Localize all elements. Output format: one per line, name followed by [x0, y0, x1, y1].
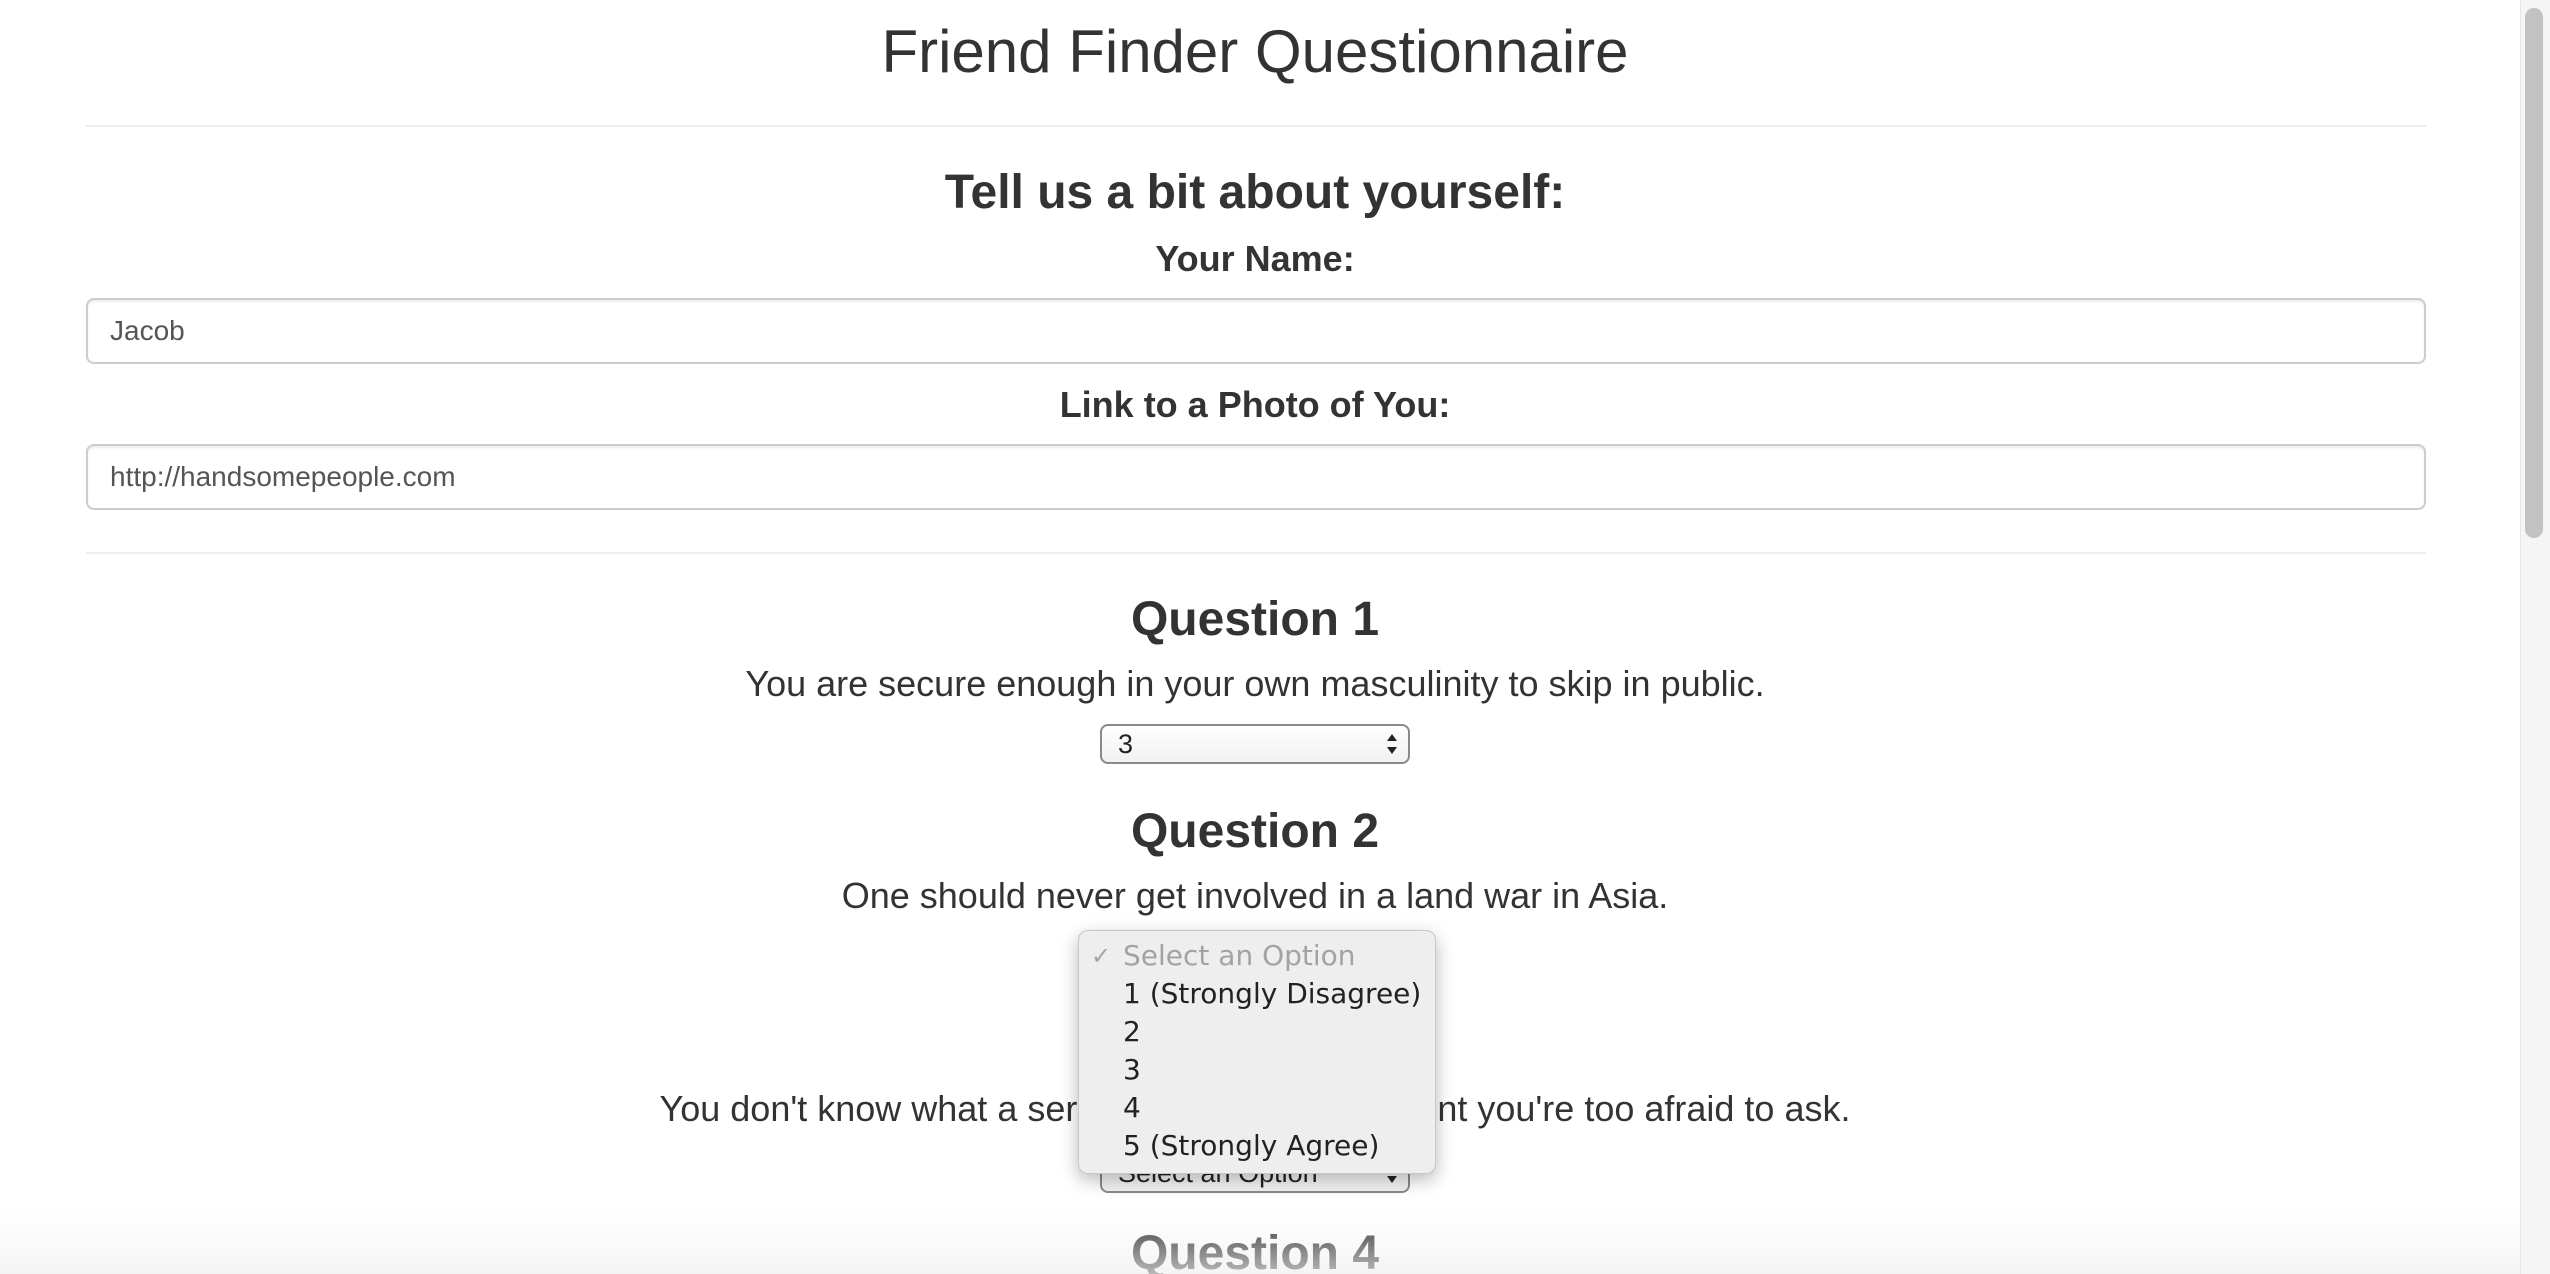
dropdown-option-4[interactable]: 4	[1079, 1089, 1435, 1127]
question-1-text: You are secure enough in your own mascul…	[745, 663, 1765, 704]
dropdown-option-label: 3	[1123, 1053, 1141, 1086]
dropdown-option-label: 4	[1123, 1091, 1141, 1124]
section-heading: Tell us a bit about yourself:	[944, 166, 1566, 219]
checkmark-icon: ✓	[1091, 942, 1112, 970]
question-1-title: Question 1	[1130, 593, 1380, 646]
dropdown-option-label: 2	[1123, 1015, 1141, 1048]
dropdown-option-5[interactable]: 5 (Strongly Agree)	[1079, 1127, 1435, 1165]
question-2-text: One should never get involved in a land …	[841, 875, 1669, 916]
question-1-select[interactable]: 3	[1100, 724, 1410, 764]
photo-link-input[interactable]	[86, 444, 2426, 510]
select-arrows-icon	[1384, 728, 1400, 760]
divider	[86, 552, 2426, 554]
divider	[86, 125, 2426, 127]
dropdown-option-label: 5 (Strongly Agree)	[1123, 1129, 1380, 1162]
name-input[interactable]	[86, 298, 2426, 364]
dropdown-option-1[interactable]: 1 (Strongly Disagree)	[1079, 975, 1435, 1013]
question-2-title: Question 2	[1130, 805, 1380, 858]
dropdown-option-label: 1 (Strongly Disagree)	[1123, 977, 1422, 1010]
dropdown-option-3[interactable]: 3	[1079, 1051, 1435, 1089]
question-3-text-end: nt you're too afraid to ask.	[1437, 1088, 1851, 1129]
page: Friend Finder Questionnaire Tell us a bi…	[0, 0, 2520, 1274]
page-title: Friend Finder Questionnaire	[881, 18, 1629, 85]
dropdown-option-label: Select an Option	[1123, 939, 1356, 972]
name-label: Your Name:	[1155, 238, 1355, 279]
question-4-title: Question 4	[1130, 1227, 1380, 1274]
question-3-text-start: You don't know what a ser	[659, 1088, 1078, 1129]
scrollbar-thumb[interactable]	[2525, 8, 2543, 538]
question-2-dropdown-menu[interactable]: ✓ Select an Option 1 (Strongly Disagree)…	[1078, 930, 1436, 1174]
question-1-selected-value: 3	[1118, 729, 1134, 759]
photo-link-label: Link to a Photo of You:	[1059, 384, 1451, 425]
dropdown-option-placeholder: ✓ Select an Option	[1079, 937, 1435, 975]
dropdown-option-2[interactable]: 2	[1079, 1013, 1435, 1051]
